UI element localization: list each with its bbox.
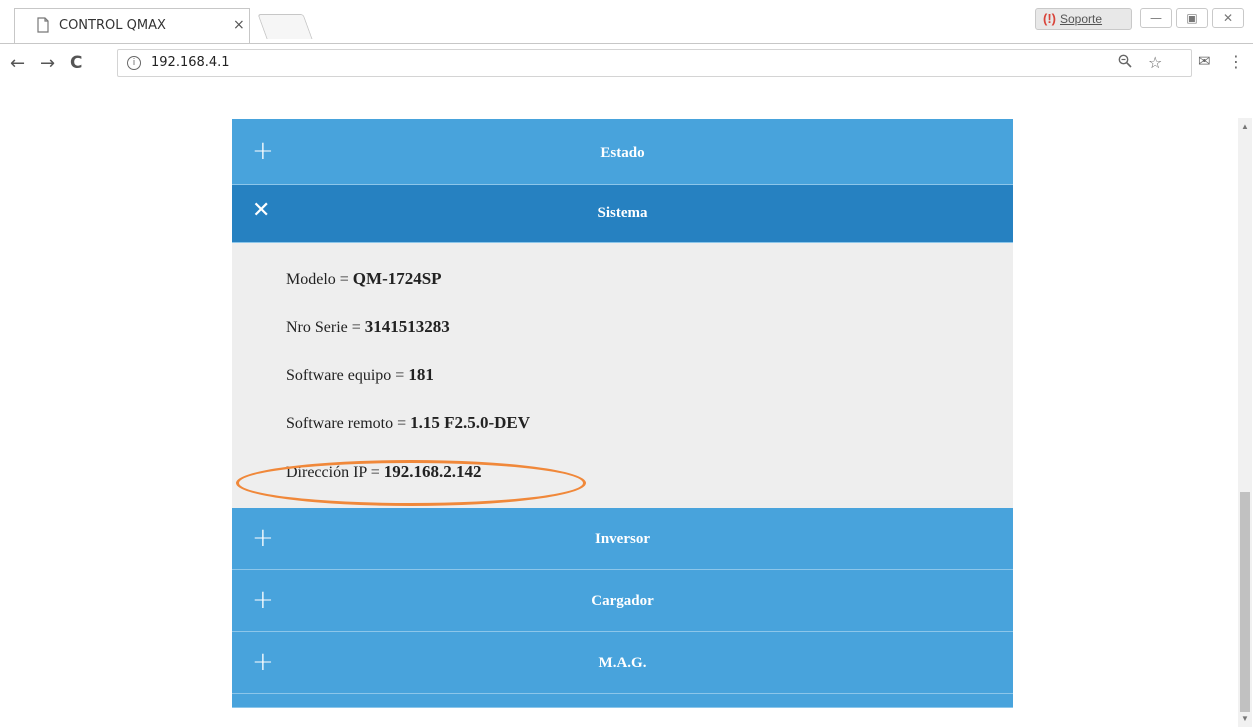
accordion-header-partial[interactable] <box>232 694 1013 708</box>
reload-icon[interactable]: C <box>70 53 82 73</box>
accordion-title: Inversor <box>595 531 650 547</box>
new-tab-button[interactable] <box>257 14 313 39</box>
accordion-title: M.A.G. <box>598 655 647 671</box>
browser-tabstrip: CONTROL QMAX × (!) Soporte — ▣ ✕ <box>0 0 1253 44</box>
browser-toolbar: ← → C i 192.168.4.1 ☆ <box>0 44 1253 84</box>
info-label: Software equipo = <box>286 367 409 384</box>
info-value: 181 <box>408 365 434 384</box>
page-scrollbar[interactable]: ▲ ▼ <box>1238 118 1252 727</box>
extension-icon[interactable]: ✉ <box>1198 52 1211 70</box>
info-row-software-remoto: Software remoto = 1.15 F2.5.0-DEV <box>286 413 530 433</box>
accordion-header-estado[interactable]: + Estado <box>232 119 1013 185</box>
zoom-icon[interactable] <box>1118 54 1132 68</box>
accordion-title: Cargador <box>591 593 654 609</box>
info-value: 3141513283 <box>364 317 450 336</box>
soporte-extension-button[interactable]: (!) Soporte <box>1035 8 1132 30</box>
close-window-button[interactable]: ✕ <box>1212 8 1244 28</box>
maximize-button[interactable]: ▣ <box>1176 8 1208 28</box>
highlight-ellipse <box>236 460 586 506</box>
soporte-icon: (!) <box>1043 11 1056 26</box>
url-text[interactable]: 192.168.4.1 <box>151 55 230 70</box>
info-label: Nro Serie = <box>286 319 365 336</box>
window-controls: — ▣ ✕ <box>1140 8 1248 30</box>
accordion-header-inversor[interactable]: + Inversor <box>232 508 1013 570</box>
minimize-button[interactable]: — <box>1140 8 1172 28</box>
bookmark-star-icon[interactable]: ☆ <box>1148 53 1162 72</box>
info-value: QM-1724SP <box>352 269 442 288</box>
soporte-label: Soporte <box>1060 12 1103 26</box>
back-arrow-icon[interactable]: ← <box>10 53 25 74</box>
browser-tab[interactable]: CONTROL QMAX × <box>14 8 250 44</box>
tab-close-icon[interactable]: × <box>233 17 245 33</box>
accordion-title: Estado <box>600 145 645 161</box>
info-row-nro-serie: Nro Serie = 3141513283 <box>286 317 450 337</box>
info-label: Software remoto = <box>286 415 411 432</box>
info-label: Modelo = <box>286 271 353 288</box>
address-bar[interactable]: i 192.168.4.1 ☆ <box>117 49 1192 77</box>
scroll-down-arrow-icon[interactable]: ▼ <box>1241 714 1249 723</box>
menu-dots-icon[interactable]: ⋮ <box>1228 52 1244 71</box>
info-row-modelo: Modelo = QM-1724SP <box>286 269 442 289</box>
info-value: 1.15 F2.5.0-DEV <box>410 413 531 432</box>
control-panel: + Estado ✕ Sistema Modelo = QM-1724SP Nr… <box>232 119 1013 708</box>
accordion-header-cargador[interactable]: + Cargador <box>232 570 1013 632</box>
site-info-icon[interactable]: i <box>127 56 141 70</box>
forward-arrow-icon[interactable]: → <box>40 53 55 74</box>
page-icon <box>37 17 49 33</box>
scrollbar-thumb[interactable] <box>1240 492 1250 712</box>
accordion-title: Sistema <box>597 205 648 221</box>
accordion-header-mag[interactable]: + M.A.G. <box>232 632 1013 694</box>
info-row-software-equipo: Software equipo = 181 <box>286 365 434 385</box>
scroll-up-arrow-icon[interactable]: ▲ <box>1241 122 1249 131</box>
tab-title: CONTROL QMAX <box>59 18 166 33</box>
accordion-header-sistema[interactable]: ✕ Sistema <box>232 185 1013 243</box>
